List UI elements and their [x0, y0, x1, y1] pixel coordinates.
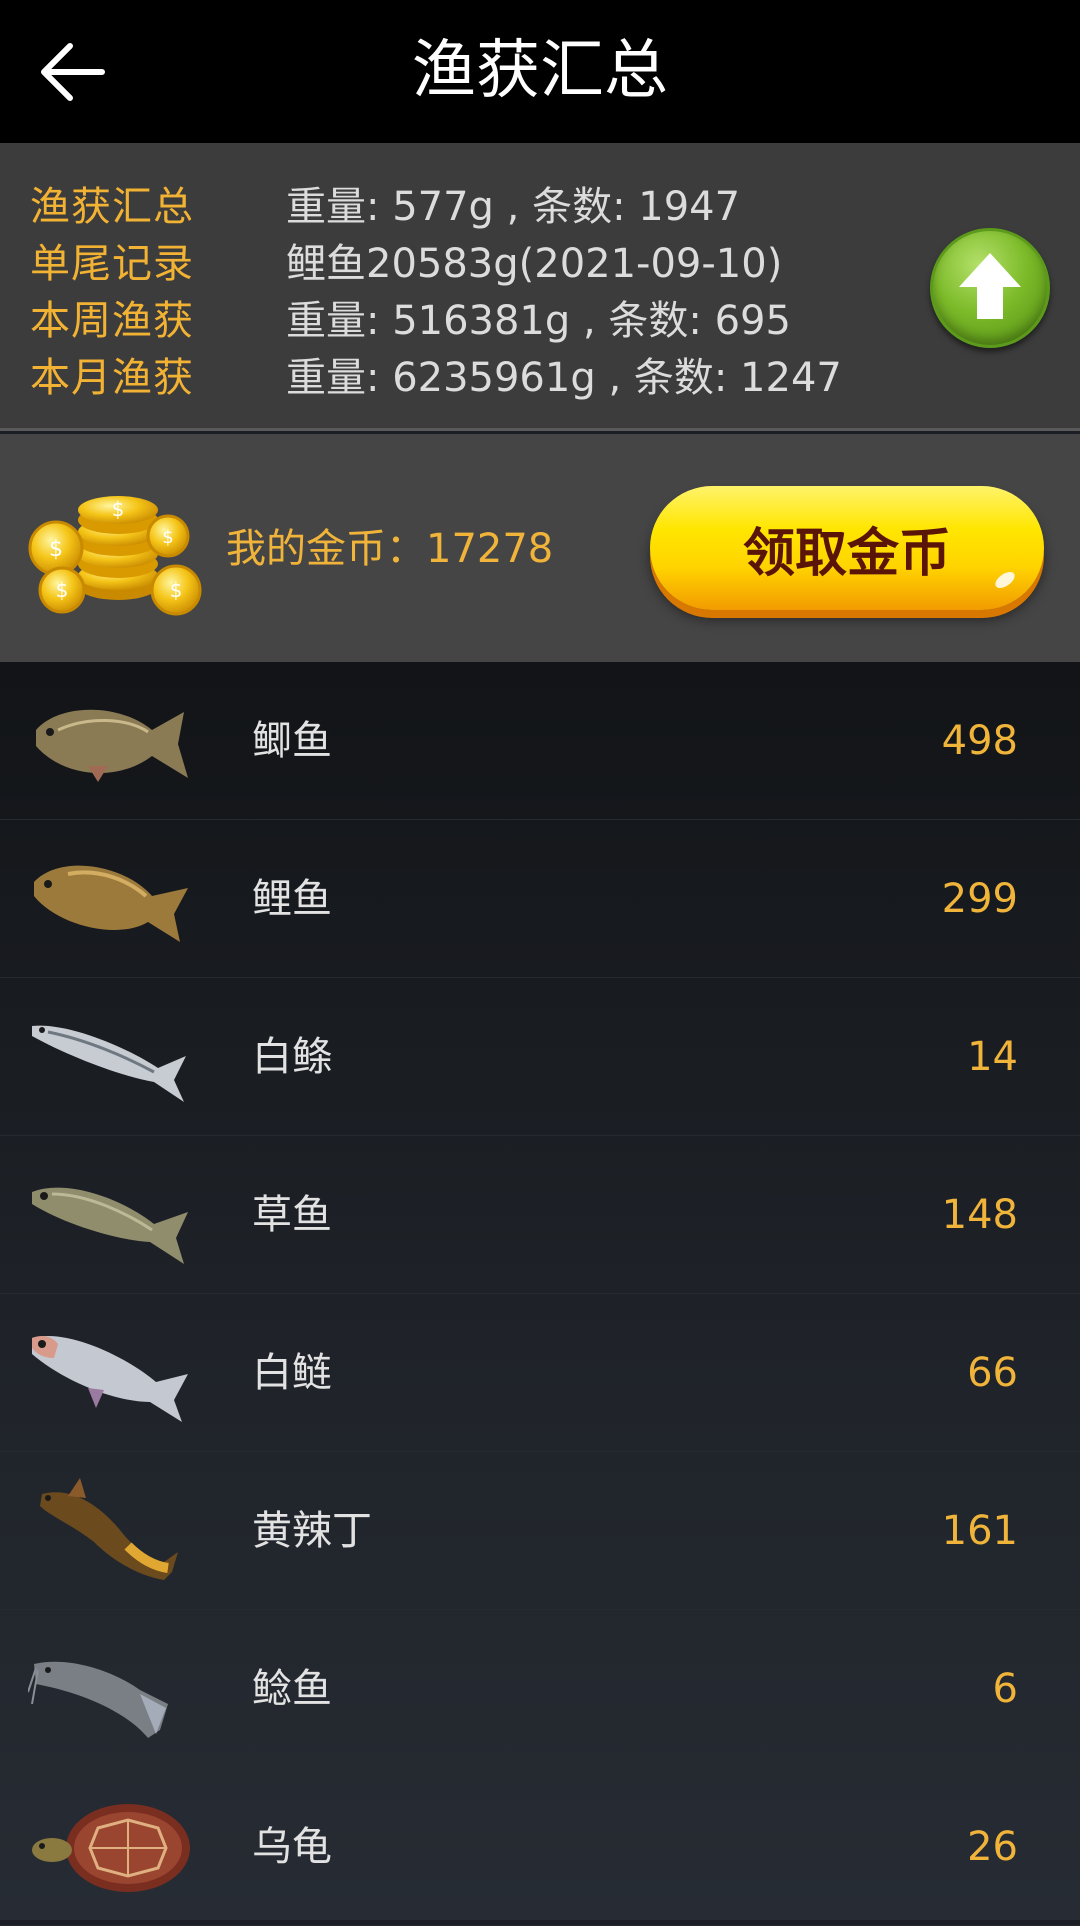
fish-list: 鲫鱼 498 鲤鱼 299 白鲦 14 草鱼 148 白鲢 66 黄辣丁 161…	[0, 662, 1080, 1926]
catfish-icon	[28, 1661, 168, 1738]
fish-count: 14	[967, 1034, 1018, 1080]
carp-icon	[34, 865, 188, 942]
svg-text:$: $	[56, 578, 69, 602]
crucian-carp-icon	[36, 709, 188, 782]
stats-panel: 渔获汇总 重量: 577g , 条数: 1947 单尾记录 鲤鱼20583g(2…	[0, 143, 1080, 431]
turtle-icon	[32, 1804, 190, 1892]
upload-button[interactable]	[930, 228, 1050, 348]
top-bar: 渔获汇总	[0, 0, 1080, 143]
svg-text:$: $	[49, 537, 63, 562]
sharpbelly-icon	[32, 1025, 186, 1102]
stat-label: 渔获汇总	[30, 184, 194, 230]
coins-panel: $ $ $ $ $ 我的金币： 17278 领取金币	[0, 434, 1080, 662]
stat-row-total: 渔获汇总 重量: 577g , 条数: 1947	[30, 174, 740, 232]
stat-row-week: 本周渔获 重量: 516381g , 条数: 695	[30, 288, 791, 346]
fish-count: 6	[992, 1666, 1018, 1712]
arrow-left-icon	[41, 43, 105, 101]
stat-row-month: 本月渔获 重量: 6235961g , 条数: 1247	[30, 345, 842, 403]
list-item[interactable]: 黄辣丁 161	[0, 1452, 1080, 1610]
list-item[interactable]: 鲫鱼 498	[0, 662, 1080, 820]
stat-value: 鲤鱼20583g(2021-09-10)	[286, 241, 783, 287]
silver-carp-icon	[32, 1336, 188, 1422]
page-title: 渔获汇总	[412, 34, 668, 108]
fish-name: 黄辣丁	[252, 1508, 372, 1554]
list-item[interactable]: 乌龟 26	[0, 1768, 1080, 1926]
stat-row-single-record: 单尾记录 鲤鱼20583g(2021-09-10)	[30, 231, 782, 289]
fish-count: 66	[967, 1350, 1018, 1396]
grass-carp-icon	[32, 1187, 188, 1264]
fish-name: 草鱼	[252, 1192, 332, 1238]
fish-name: 白鲢	[252, 1350, 332, 1396]
stat-label: 单尾记录	[30, 241, 194, 287]
svg-text:$: $	[170, 578, 183, 602]
fish-name: 白鲦	[252, 1034, 332, 1080]
list-item[interactable]: 草鱼 148	[0, 1136, 1080, 1294]
fish-count: 161	[941, 1508, 1018, 1554]
coin-balance: 我的金币： 17278	[226, 514, 553, 584]
claim-coins-button[interactable]: 领取金币	[650, 486, 1044, 610]
stat-label: 本月渔获	[30, 355, 194, 401]
list-item[interactable]: 鲤鱼 299	[0, 820, 1080, 978]
coin-balance-label: 我的金币：	[226, 526, 426, 572]
list-item[interactable]: 白鲢 66	[0, 1294, 1080, 1452]
coin-balance-amount: 17278	[426, 526, 554, 572]
fish-count: 498	[941, 718, 1018, 764]
fish-name: 鲤鱼	[252, 876, 332, 922]
svg-text:$: $	[162, 527, 173, 548]
svg-text:$: $	[112, 497, 125, 521]
fish-count: 299	[941, 876, 1018, 922]
gold-coins-icon: $ $ $ $ $	[28, 496, 202, 616]
fish-name: 鲫鱼	[252, 718, 332, 764]
fish-name: 乌龟	[252, 1824, 332, 1870]
fish-count: 26	[967, 1824, 1018, 1870]
list-item[interactable]: 鲶鱼 6	[0, 1610, 1080, 1768]
back-button[interactable]	[22, 22, 122, 122]
fish-name: 鲶鱼	[252, 1666, 332, 1712]
stat-value: 重量: 577g , 条数: 1947	[286, 184, 741, 230]
yellow-catfish-icon	[40, 1478, 178, 1580]
stat-value: 重量: 6235961g , 条数: 1247	[286, 355, 842, 401]
stat-value: 重量: 516381g , 条数: 695	[286, 298, 791, 344]
arrow-up-icon	[959, 253, 1021, 319]
list-item[interactable]: 白鲦 14	[0, 978, 1080, 1136]
stat-label: 本周渔获	[30, 298, 194, 344]
fish-count: 148	[941, 1192, 1018, 1238]
